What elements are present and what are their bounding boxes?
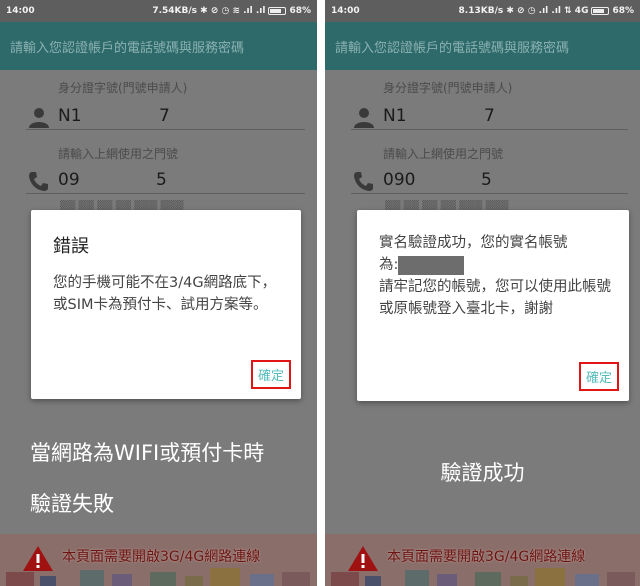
- phone-number-field[interactable]: 09 5: [26, 166, 305, 194]
- id-number-prefix: N1: [58, 105, 82, 126]
- obscured-text: ▒▒ ▒▒ ▒▒ ▒▒ ▒▒▒ ▒▒▒: [385, 200, 509, 210]
- phone-number-suffix: 5: [156, 169, 167, 190]
- phone-number-suffix: 5: [481, 169, 492, 190]
- network-banner: 本頁面需要開啟3G/4G網路連線: [0, 534, 317, 586]
- app-header: 請輸入您認證帳戶的電話號碼與服務密碼: [325, 22, 640, 70]
- banner-text: 本頁面需要開啟3G/4G網路連線: [62, 549, 261, 565]
- phone-number-field[interactable]: 090 5: [351, 166, 628, 194]
- dialog-title: 錯誤: [53, 236, 89, 257]
- status-bar: 14:00 8.13KB/s ✱ ⊘ ◷ .ıl .ıl ⇅ 4G 68%: [325, 0, 640, 22]
- error-dialog: 錯誤 您的手機可能不在3/4G網路底下，或SIM卡為預付卡、試用方案等。 確定: [31, 210, 301, 399]
- status-indicators: 8.13KB/s ✱ ⊘ ◷ .ıl .ıl ⇅ 4G: [458, 6, 589, 16]
- id-number-field[interactable]: N1 7: [26, 102, 305, 130]
- phone-icon: [26, 168, 52, 192]
- confirm-button[interactable]: 確定: [250, 360, 291, 389]
- network-banner: 本頁面需要開啟3G/4G網路連線: [325, 534, 640, 586]
- dialog-line-2: 為:: [379, 254, 611, 276]
- phone-number-prefix: 09: [58, 169, 80, 190]
- id-number-field[interactable]: N1 7: [351, 102, 628, 130]
- phone-number-label: 請輸入上網使用之門號: [383, 147, 504, 161]
- battery-icon: [268, 7, 287, 15]
- status-bar: 14:00 7.54KB/s ✱ ⊘ ◷ ≋ .ıl .ıl 68%: [0, 0, 317, 22]
- status-indicators: 7.54KB/s ✱ ⊘ ◷ ≋ .ıl .ıl: [152, 6, 266, 16]
- id-number-suffix: 7: [159, 105, 170, 126]
- dialog-line-3: 請牢記您的帳號，您可以使用此帳號或原帳號登入臺北卡，謝謝: [379, 279, 611, 317]
- dialog-line-1: 實名驗證成功，您的實名帳號: [379, 235, 568, 251]
- person-icon: [351, 104, 377, 128]
- status-time: 14:00: [331, 6, 360, 16]
- caption-right: 驗證成功: [440, 461, 525, 485]
- phone-screenshot-left: 14:00 7.54KB/s ✱ ⊘ ◷ ≋ .ıl .ıl 68% 請輸入您認…: [0, 0, 317, 586]
- warning-icon: [348, 546, 378, 571]
- app-header: 請輸入您認證帳戶的電話號碼與服務密碼: [0, 22, 317, 70]
- status-time: 14:00: [6, 6, 35, 16]
- success-dialog: 實名驗證成功，您的實名帳號 為: 請牢記您的帳號，您可以使用此帳號或原帳號登入臺…: [357, 210, 629, 401]
- caption-line-2: 驗證失敗: [30, 492, 114, 516]
- caption-left: 當網路為WIFI或預付卡時 驗證失敗: [30, 433, 310, 524]
- phone-number-prefix: 090: [383, 169, 416, 190]
- phone-number-label: 請輸入上網使用之門號: [58, 147, 179, 161]
- dialog-message: 您的手機可能不在3/4G網路底下，或SIM卡為預付卡、試用方案等。: [53, 275, 277, 313]
- phone-icon: [351, 168, 377, 192]
- id-number-prefix: N1: [383, 105, 407, 126]
- phone-screenshot-right: 14:00 8.13KB/s ✱ ⊘ ◷ .ıl .ıl ⇅ 4G 68% 請輸…: [325, 0, 640, 586]
- redacted-account: [398, 255, 465, 275]
- warning-icon: [23, 546, 53, 571]
- person-icon: [26, 104, 52, 128]
- id-number-label: 身分證字號(門號申請人): [58, 81, 188, 95]
- id-number-suffix: 7: [484, 105, 495, 126]
- id-number-label: 身分證字號(門號申請人): [383, 81, 513, 95]
- battery-level: 68%: [612, 6, 634, 16]
- dialog-message: 實名驗證成功，您的實名帳號 為: 請牢記您的帳號，您可以使用此帳號或原帳號登入臺…: [379, 232, 611, 320]
- confirm-button[interactable]: 確定: [578, 362, 619, 391]
- caption-line-1: 當網路為WIFI或預付卡時: [30, 441, 265, 465]
- battery-icon: [591, 7, 610, 15]
- battery-level: 68%: [289, 6, 311, 16]
- banner-text: 本頁面需要開啟3G/4G網路連線: [387, 549, 586, 565]
- obscured-text: ▒▒ ▒▒ ▒▒ ▒▒ ▒▒▒ ▒▒▒: [60, 200, 184, 210]
